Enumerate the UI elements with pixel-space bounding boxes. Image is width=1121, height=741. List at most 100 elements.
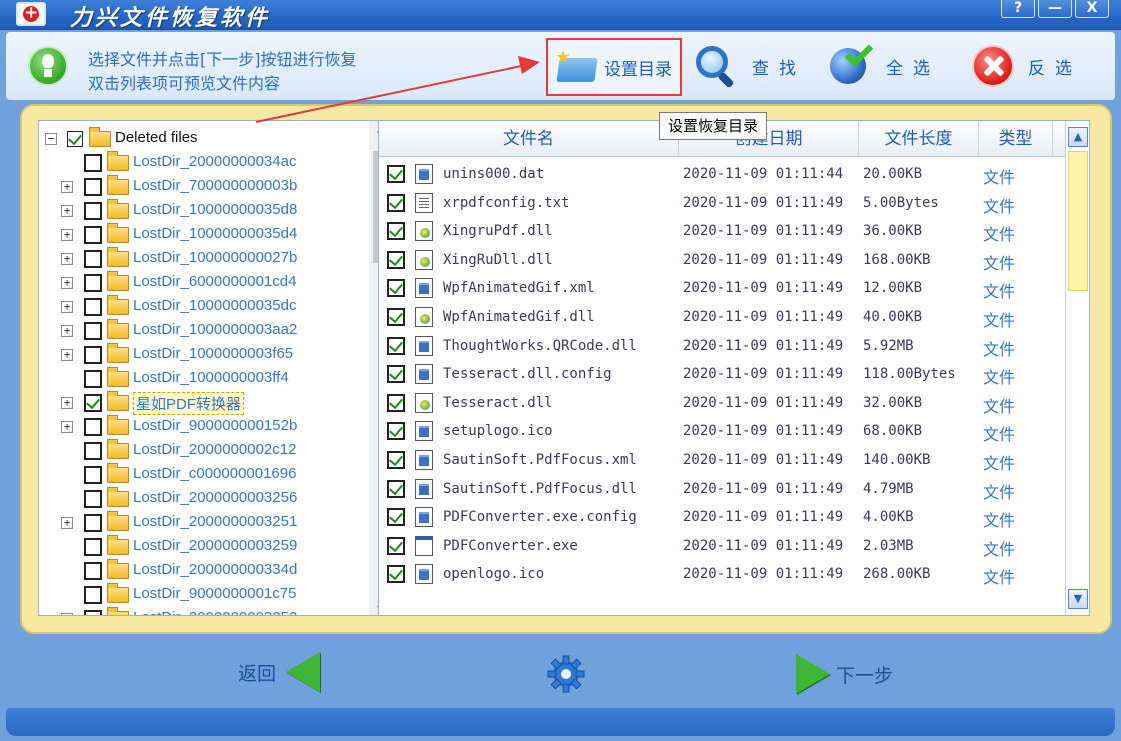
- expand-icon[interactable]: +: [61, 397, 73, 409]
- tree-item[interactable]: LostDir_1000000003ff4: [39, 367, 369, 391]
- expand-icon[interactable]: +: [61, 613, 73, 615]
- tree-item-checkbox[interactable]: [84, 466, 102, 484]
- tree-item[interactable]: LostDir_2000000002c12: [39, 439, 369, 463]
- file-row-checkbox[interactable]: [387, 336, 405, 355]
- file-row-checkbox[interactable]: [387, 393, 405, 412]
- file-row[interactable]: SautinSoft.PdfFocus.xml 2020-11-09 01:11:…: [379, 447, 1067, 475]
- tree-item[interactable]: + 星如PDF转换器: [39, 391, 369, 415]
- expand-icon[interactable]: +: [61, 301, 73, 313]
- tree-item-checkbox[interactable]: [84, 610, 102, 615]
- file-row-checkbox[interactable]: [387, 165, 405, 183]
- settings-gear-icon[interactable]: [546, 654, 586, 694]
- file-row[interactable]: PDFConverter.exe.config 2020-11-09 01:11:…: [379, 504, 1067, 532]
- tree-item-checkbox[interactable]: [84, 250, 102, 268]
- invert-selection-button[interactable]: 反选: [972, 36, 1082, 96]
- tree-item[interactable]: + LostDir_1000000003aa2: [39, 319, 369, 343]
- tree-item[interactable]: LostDir_c000000001696: [39, 463, 369, 487]
- file-row[interactable]: Tesseract.dll.config 2020-11-09 01:11:49 1…: [379, 361, 1067, 389]
- tree-item[interactable]: LostDir_200000000334d: [39, 559, 369, 583]
- expand-icon[interactable]: +: [61, 349, 73, 361]
- expand-icon[interactable]: +: [61, 181, 73, 193]
- tree-item[interactable]: LostDir_20000000034ac: [39, 151, 369, 175]
- tree-item-checkbox[interactable]: [84, 394, 102, 412]
- file-row[interactable]: PDFConverter.exe 2020-11-09 01:11:49 2.03M…: [379, 533, 1067, 561]
- list-scrollbar[interactable]: ▲ ▼: [1065, 121, 1089, 615]
- folder-tree[interactable]: − Deleted files LostDir_20000000034ac + Lost…: [38, 120, 392, 616]
- tree-item[interactable]: + LostDir_1000000003f65: [39, 343, 369, 367]
- file-row-checkbox[interactable]: [387, 250, 405, 269]
- expand-icon[interactable]: +: [61, 421, 73, 433]
- tree-item[interactable]: + LostDir_10000000035d8: [39, 199, 369, 223]
- file-row-checkbox[interactable]: [387, 422, 405, 441]
- file-row-checkbox[interactable]: [387, 565, 405, 584]
- expand-icon[interactable]: +: [61, 517, 73, 529]
- file-row-checkbox[interactable]: [387, 279, 405, 298]
- list-scroll-thumb[interactable]: [1068, 151, 1088, 291]
- tree-item-checkbox[interactable]: [84, 322, 102, 340]
- tree-item-checkbox[interactable]: [84, 346, 102, 364]
- tree-item-checkbox[interactable]: [84, 202, 102, 220]
- tree-root[interactable]: − Deleted files: [39, 127, 369, 151]
- file-row-checkbox[interactable]: [387, 365, 405, 384]
- tree-item-checkbox[interactable]: [84, 538, 102, 556]
- tree-item-checkbox[interactable]: [84, 178, 102, 196]
- tree-item[interactable]: + LostDir_10000000035d4: [39, 223, 369, 247]
- file-list[interactable]: 文件名 创建日期 文件长度 类型 unins000.dat 2020-11-09 …: [378, 120, 1090, 616]
- tree-item-checkbox[interactable]: [84, 442, 102, 460]
- tree-root-checkbox[interactable]: [67, 131, 83, 147]
- file-row[interactable]: Tesseract.dll 2020-11-09 01:11:49 32.00KB 文…: [379, 390, 1067, 418]
- tree-item-checkbox[interactable]: [84, 154, 102, 172]
- file-row[interactable]: xrpdfconfig.txt 2020-11-09 01:11:49 5.00By…: [379, 190, 1067, 218]
- file-row[interactable]: ThoughtWorks.QRCode.dll 2020-11-09 01:11:…: [379, 333, 1067, 361]
- tree-item[interactable]: + LostDir_700000000003b: [39, 175, 369, 199]
- minimize-button[interactable]: —: [1038, 0, 1072, 18]
- file-row[interactable]: unins000.dat 2020-11-09 01:11:44 20.00KB 文件: [379, 161, 1067, 189]
- tree-item[interactable]: + LostDir_6000000001cd4: [39, 271, 369, 295]
- collapse-icon[interactable]: −: [45, 133, 57, 145]
- expand-icon[interactable]: +: [61, 325, 73, 337]
- tree-item[interactable]: LostDir_9000000001c75: [39, 583, 369, 607]
- close-button[interactable]: X: [1075, 0, 1109, 18]
- help-button[interactable]: ?: [1001, 0, 1035, 18]
- column-header-size[interactable]: 文件长度: [859, 121, 979, 157]
- file-row-checkbox[interactable]: [387, 479, 405, 498]
- set-directory-button[interactable]: 设置目录: [546, 38, 682, 96]
- file-row[interactable]: setuplogo.ico 2020-11-09 01:11:49 68.00KB 文…: [379, 418, 1067, 446]
- file-row[interactable]: SautinSoft.PdfFocus.dll 2020-11-09 01:11:…: [379, 476, 1067, 504]
- tree-item-checkbox[interactable]: [84, 370, 102, 388]
- find-button[interactable]: 查找: [694, 36, 806, 96]
- file-row[interactable]: XingruPdf.dll 2020-11-09 01:11:49 36.00KB 文…: [379, 218, 1067, 246]
- expand-icon[interactable]: +: [61, 229, 73, 241]
- file-row[interactable]: WpfAnimatedGif.xml 2020-11-09 01:11:49 12.…: [379, 275, 1067, 303]
- tree-item[interactable]: LostDir_2000000003259: [39, 535, 369, 559]
- file-row[interactable]: openlogo.ico 2020-11-09 01:11:49 268.00KB 文…: [379, 561, 1067, 589]
- file-row-checkbox[interactable]: [387, 508, 405, 527]
- tree-item[interactable]: LostDir_2000000003256: [39, 487, 369, 511]
- tree-item-checkbox[interactable]: [84, 226, 102, 244]
- tree-item-checkbox[interactable]: [84, 586, 102, 604]
- column-header-name[interactable]: 文件名: [379, 121, 679, 157]
- tree-item[interactable]: + LostDir_10000000035dc: [39, 295, 369, 319]
- file-row-checkbox[interactable]: [387, 308, 405, 326]
- tree-item-checkbox[interactable]: [84, 562, 102, 580]
- tree-item[interactable]: + LostDir_900000000152b: [39, 415, 369, 439]
- expand-icon[interactable]: +: [61, 205, 73, 217]
- select-all-button[interactable]: 全选: [828, 36, 940, 96]
- tree-item-checkbox[interactable]: [84, 274, 102, 292]
- scroll-up-arrow-icon[interactable]: ▲: [1068, 127, 1088, 147]
- tree-item[interactable]: + LostDir_100000000027b: [39, 247, 369, 271]
- file-row-checkbox[interactable]: [387, 536, 405, 555]
- tree-item-checkbox[interactable]: [84, 298, 102, 316]
- file-row[interactable]: XingRuDll.dll 2020-11-09 01:11:49 168.00KB…: [379, 247, 1067, 275]
- tree-item-checkbox[interactable]: [84, 514, 102, 532]
- scroll-down-arrow-icon[interactable]: ▼: [1068, 589, 1088, 609]
- tree-item-checkbox[interactable]: [84, 490, 102, 508]
- expand-icon[interactable]: +: [61, 253, 73, 265]
- file-row-checkbox[interactable]: [387, 451, 405, 469]
- back-button[interactable]: 返回: [238, 648, 321, 696]
- next-button[interactable]: 下一步: [796, 652, 893, 696]
- tree-item[interactable]: + LostDir_2000000003252: [39, 607, 369, 615]
- file-row-checkbox[interactable]: [387, 222, 405, 241]
- file-row[interactable]: WpfAnimatedGif.dll 2020-11-09 01:11:49 40.…: [379, 304, 1067, 332]
- tree-item-checkbox[interactable]: [84, 418, 102, 436]
